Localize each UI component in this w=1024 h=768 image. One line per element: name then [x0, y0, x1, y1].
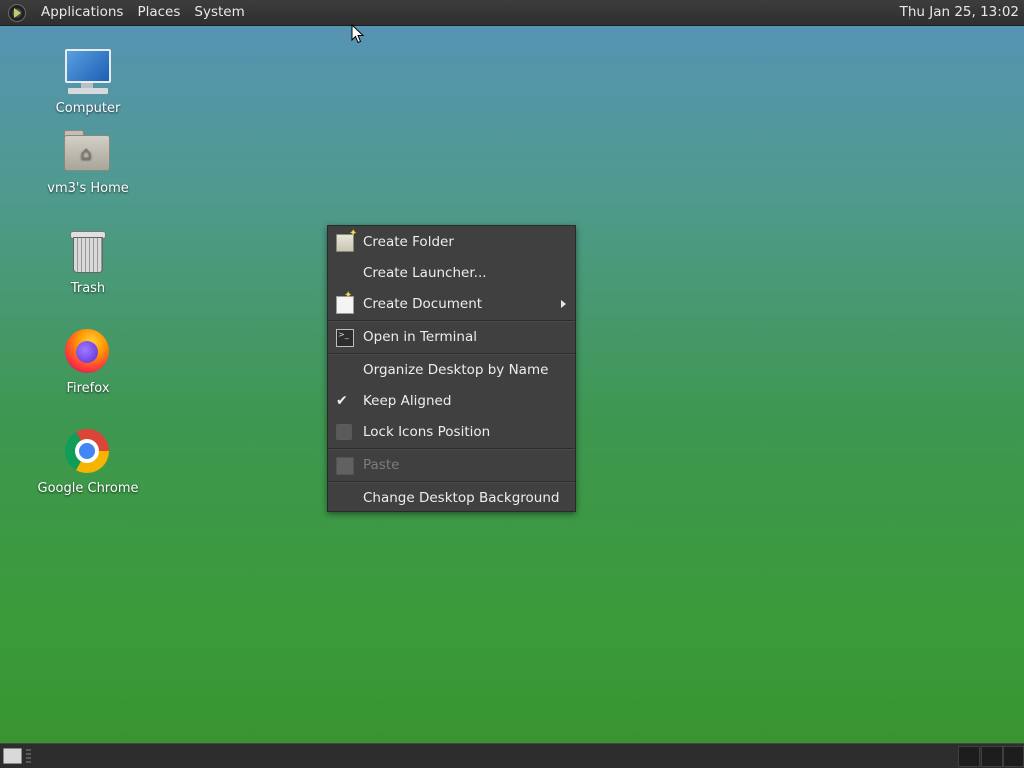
menu-item-paste: Paste	[328, 450, 575, 481]
menu-item-label: Keep Aligned	[363, 393, 452, 409]
menu-item-create-document[interactable]: ✦ Create Document	[328, 289, 575, 320]
menu-item-change-background[interactable]: Change Desktop Background	[328, 483, 575, 514]
menu-item-label: Create Document	[363, 296, 483, 312]
menu-item-label: Paste	[363, 457, 400, 473]
menu-item-label: Open in Terminal	[363, 329, 477, 345]
menu-item-organize-by-name[interactable]: Organize Desktop by Name	[328, 355, 575, 386]
clock[interactable]: Thu Jan 25, 13:02	[887, 0, 1024, 25]
menu-item-label: Create Folder	[363, 234, 454, 250]
mouse-cursor-icon	[351, 24, 365, 44]
menu-item-label: Lock Icons Position	[363, 424, 491, 440]
desktop-icon-label: Computer	[55, 101, 121, 116]
top-panel: Applications Places System Thu Jan 25, 1…	[0, 0, 1024, 26]
menu-logo-icon[interactable]	[8, 3, 26, 22]
menu-item-label: Create Launcher...	[363, 265, 487, 281]
show-desktop-icon[interactable]	[3, 748, 22, 764]
menu-item-keep-aligned[interactable]: ✔ Keep Aligned	[328, 386, 575, 417]
panel-handle[interactable]	[26, 749, 31, 763]
workspace-1[interactable]	[958, 746, 980, 767]
checkmark-icon: ✔	[336, 393, 348, 409]
unchecked-indicator-icon	[336, 424, 352, 440]
chrome-icon	[62, 427, 114, 479]
home-folder-icon: ⌂	[62, 127, 114, 179]
menu-item-create-launcher[interactable]: Create Launcher...	[328, 258, 575, 289]
desktop-icon-label: Firefox	[66, 381, 110, 396]
desktop-icon-home[interactable]: ⌂ vm3's Home	[28, 127, 148, 197]
menu-item-create-folder[interactable]: ✦ Create Folder	[328, 227, 575, 258]
desktop-icon-label: vm3's Home	[47, 181, 129, 196]
desktop-icon-trash[interactable]: Trash	[28, 227, 148, 297]
menu-item-label: Organize Desktop by Name	[363, 362, 549, 378]
system-menu[interactable]: System	[187, 0, 251, 25]
terminal-icon: >_	[336, 329, 354, 347]
bottom-panel	[0, 743, 1024, 768]
menu-item-open-terminal[interactable]: >_ Open in Terminal	[328, 322, 575, 353]
folder-new-icon: ✦	[336, 229, 357, 252]
document-new-icon: ✦	[336, 291, 354, 314]
menu-item-label: Change Desktop Background	[363, 490, 560, 506]
workspace-3[interactable]	[1003, 746, 1024, 767]
trash-icon	[62, 227, 114, 279]
applications-menu[interactable]: Applications	[34, 0, 130, 25]
desktop-icon-computer[interactable]: Computer	[28, 47, 148, 117]
workspace-2[interactable]	[981, 746, 1003, 767]
firefox-icon	[62, 327, 114, 379]
computer-icon	[62, 47, 114, 99]
places-menu[interactable]: Places	[130, 0, 187, 25]
desktop-icon-label: Google Chrome	[37, 481, 139, 496]
desktop-icon-chrome[interactable]: Google Chrome	[28, 427, 148, 497]
desktop-icon-label: Trash	[70, 281, 106, 296]
menu-item-lock-icons[interactable]: Lock Icons Position	[328, 417, 575, 448]
desktop-context-menu: ✦ Create Folder Create Launcher... ✦ Cre…	[327, 225, 576, 512]
desktop-icon-firefox[interactable]: Firefox	[28, 327, 148, 397]
paste-icon	[336, 457, 354, 475]
submenu-arrow-icon	[561, 300, 566, 308]
